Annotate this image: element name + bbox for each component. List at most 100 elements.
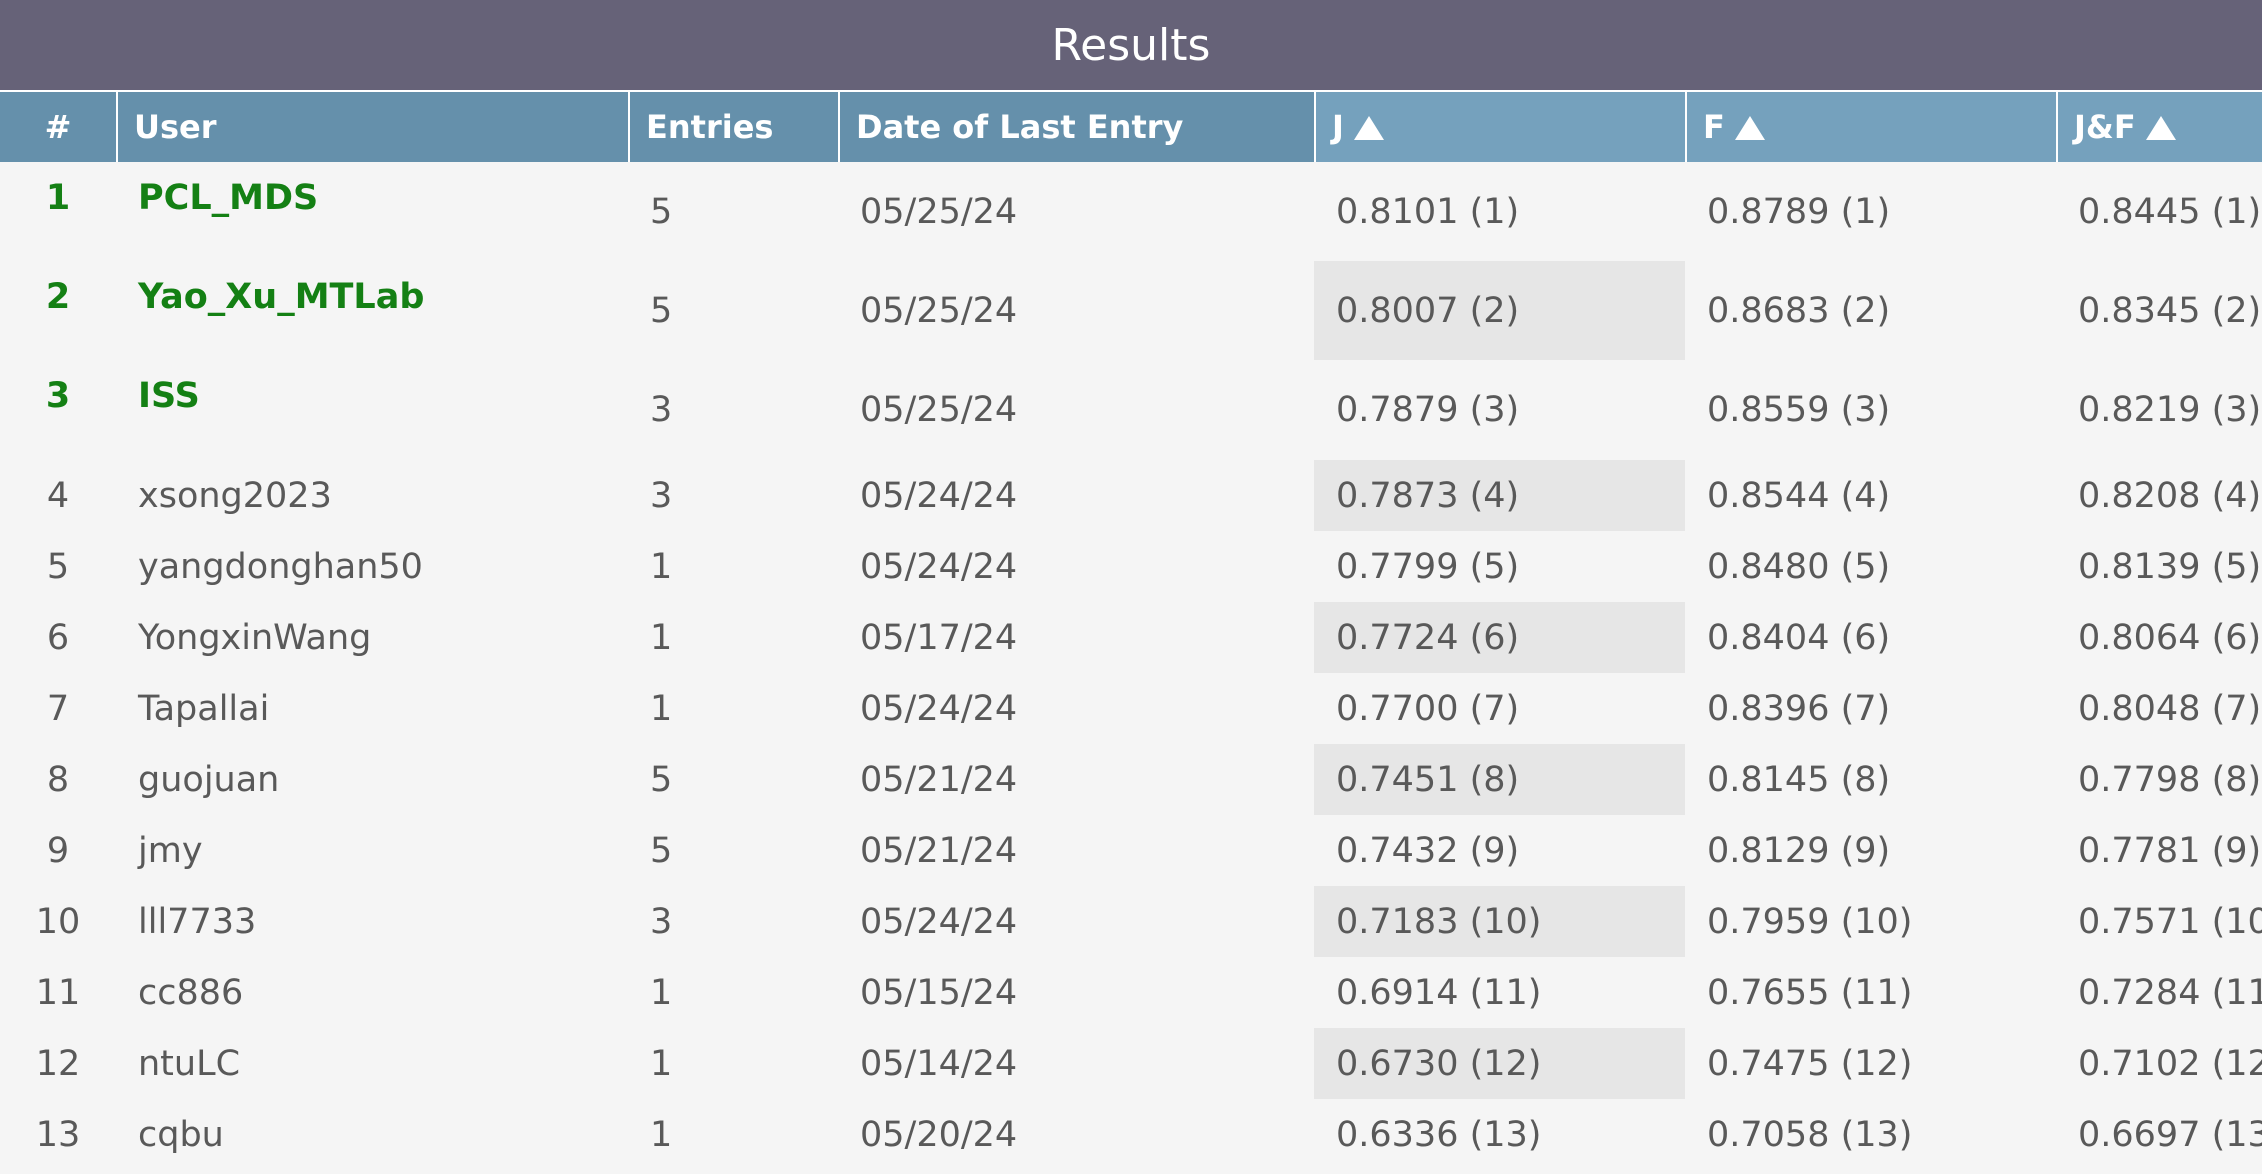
rank-cell: 9 bbox=[46, 830, 70, 871]
j-score-cell: 0.8007 (2) bbox=[1314, 261, 1685, 360]
user-link[interactable]: xsong2023 bbox=[116, 460, 628, 531]
j-score-cell: 0.7183 (10) bbox=[1314, 886, 1685, 957]
rank-cell: 13 bbox=[35, 1114, 81, 1155]
user-link[interactable]: YongxinWang bbox=[116, 602, 628, 673]
entries-cell: 5 bbox=[650, 191, 673, 232]
header-f-label: F bbox=[1703, 108, 1725, 146]
user-link[interactable]: ISS bbox=[116, 360, 628, 460]
j-score-cell: 0.6730 (12) bbox=[1314, 1028, 1685, 1099]
table-row: 4 xsong2023 3 05/24/24 0.7873 (4) 0.8544… bbox=[0, 460, 2262, 531]
entries-cell: 1 bbox=[650, 546, 673, 587]
date-cell: 05/17/24 bbox=[860, 617, 1018, 658]
user-link[interactable]: guojuan bbox=[116, 744, 628, 815]
date-cell: 05/21/24 bbox=[860, 830, 1018, 871]
f-score-cell: 0.8404 (6) bbox=[1707, 617, 1891, 658]
jf-score-cell: 0.7571 (10) bbox=[2078, 901, 2262, 942]
user-link[interactable]: yangdonghan50 bbox=[116, 531, 628, 602]
j-score-cell: 0.8101 (1) bbox=[1336, 191, 1520, 232]
f-score-cell: 0.7655 (11) bbox=[1707, 972, 1913, 1013]
f-score-cell: 0.8544 (4) bbox=[1707, 475, 1891, 516]
date-cell: 05/24/24 bbox=[860, 546, 1018, 587]
j-score-cell: 0.7724 (6) bbox=[1314, 602, 1685, 673]
rank-cell: 4 bbox=[46, 475, 70, 516]
f-score-cell: 0.8789 (1) bbox=[1707, 191, 1891, 232]
j-score-cell: 0.7432 (9) bbox=[1336, 830, 1520, 871]
header-entries: Entries bbox=[628, 92, 838, 162]
jf-score-cell: 0.8208 (4) bbox=[2078, 475, 2262, 516]
entries-cell: 3 bbox=[650, 901, 673, 942]
j-score-cell: 0.7451 (8) bbox=[1314, 744, 1685, 815]
header-date: Date of Last Entry bbox=[838, 92, 1314, 162]
table-row: 1 PCL_MDS 5 05/25/24 0.8101 (1) 0.8789 (… bbox=[0, 162, 2262, 261]
table-row: 2 Yao_Xu_MTLab 5 05/25/24 0.8007 (2) 0.8… bbox=[0, 261, 2262, 360]
f-score-cell: 0.8396 (7) bbox=[1707, 688, 1891, 729]
j-score-cell: 0.7700 (7) bbox=[1336, 688, 1520, 729]
entries-cell: 1 bbox=[650, 617, 673, 658]
rank-cell: 6 bbox=[46, 617, 70, 658]
jf-score-cell: 0.8345 (2) bbox=[2078, 290, 2262, 331]
f-score-cell: 0.8480 (5) bbox=[1707, 546, 1891, 587]
date-cell: 05/24/24 bbox=[860, 901, 1018, 942]
j-score-cell: 0.7799 (5) bbox=[1336, 546, 1520, 587]
header-jf-sort[interactable]: J&F bbox=[2056, 92, 2262, 162]
sort-ascending-icon[interactable] bbox=[1734, 116, 1765, 140]
f-score-cell: 0.7058 (13) bbox=[1707, 1114, 1913, 1155]
jf-score-cell: 0.8139 (5) bbox=[2078, 546, 2262, 587]
table-row: 5 yangdonghan50 1 05/24/24 0.7799 (5) 0.… bbox=[0, 531, 2262, 602]
user-link[interactable]: cc886 bbox=[116, 957, 628, 1028]
f-score-cell: 0.8129 (9) bbox=[1707, 830, 1891, 871]
entries-cell: 3 bbox=[650, 475, 673, 516]
rank-cell: 1 bbox=[45, 178, 71, 218]
table-row: 3 ISS 3 05/25/24 0.7879 (3) 0.8559 (3) 0… bbox=[0, 360, 2262, 460]
table-row: 11 cc886 1 05/15/24 0.6914 (11) 0.7655 (… bbox=[0, 957, 2262, 1028]
user-link[interactable]: lll7733 bbox=[116, 886, 628, 957]
date-cell: 05/20/24 bbox=[860, 1114, 1018, 1155]
header-user: User bbox=[116, 92, 628, 162]
entries-cell: 1 bbox=[650, 1043, 673, 1084]
f-score-cell: 0.8559 (3) bbox=[1707, 390, 1891, 430]
table-row: 6 YongxinWang 1 05/17/24 0.7724 (6) 0.84… bbox=[0, 602, 2262, 673]
rank-cell: 12 bbox=[35, 1043, 81, 1084]
table-row: 9 jmy 5 05/21/24 0.7432 (9) 0.8129 (9) 0… bbox=[0, 815, 2262, 886]
sort-ascending-icon[interactable] bbox=[2145, 116, 2176, 140]
table-header: # User Entries Date of Last Entry J F J&… bbox=[0, 92, 2262, 162]
rank-cell: 2 bbox=[45, 277, 71, 317]
rank-cell: 3 bbox=[45, 376, 71, 416]
jf-score-cell: 0.7798 (8) bbox=[2078, 759, 2262, 800]
user-link[interactable]: jmy bbox=[116, 815, 628, 886]
date-cell: 05/25/24 bbox=[860, 390, 1018, 430]
results-title: Results bbox=[0, 0, 2262, 92]
date-cell: 05/14/24 bbox=[860, 1043, 1018, 1084]
header-j-sort[interactable]: J bbox=[1314, 92, 1685, 162]
rank-cell: 11 bbox=[35, 972, 81, 1013]
entries-cell: 3 bbox=[650, 390, 673, 430]
date-cell: 05/25/24 bbox=[860, 191, 1018, 232]
sort-ascending-icon[interactable] bbox=[1353, 116, 1384, 140]
jf-score-cell: 0.7284 (11) bbox=[2078, 972, 2262, 1013]
entries-cell: 1 bbox=[650, 972, 673, 1013]
user-link[interactable]: Yao_Xu_MTLab bbox=[116, 261, 628, 360]
user-link[interactable]: ntuLC bbox=[116, 1028, 628, 1099]
rank-cell: 5 bbox=[46, 546, 70, 587]
jf-score-cell: 0.8219 (3) bbox=[2078, 390, 2262, 430]
user-link[interactable]: cqbu bbox=[116, 1099, 628, 1170]
jf-score-cell: 0.7781 (9) bbox=[2078, 830, 2262, 871]
j-score-cell: 0.7873 (4) bbox=[1314, 460, 1685, 531]
header-rank: # bbox=[44, 108, 72, 146]
user-link[interactable]: PCL_MDS bbox=[116, 162, 628, 261]
j-score-cell: 0.6336 (13) bbox=[1336, 1114, 1542, 1155]
date-cell: 05/24/24 bbox=[860, 475, 1018, 516]
j-score-cell: 0.6914 (11) bbox=[1336, 972, 1542, 1013]
date-cell: 05/25/24 bbox=[860, 290, 1018, 331]
entries-cell: 5 bbox=[650, 759, 673, 800]
header-f-sort[interactable]: F bbox=[1685, 92, 2056, 162]
table-row: 13 cqbu 1 05/20/24 0.6336 (13) 0.7058 (1… bbox=[0, 1099, 2262, 1170]
user-link[interactable]: Tapallai bbox=[116, 673, 628, 744]
table-row: 10 lll7733 3 05/24/24 0.7183 (10) 0.7959… bbox=[0, 886, 2262, 957]
date-cell: 05/24/24 bbox=[860, 688, 1018, 729]
table-row: 8 guojuan 5 05/21/24 0.7451 (8) 0.8145 (… bbox=[0, 744, 2262, 815]
jf-score-cell: 0.8064 (6) bbox=[2078, 617, 2262, 658]
header-j-label: J bbox=[1332, 108, 1344, 146]
entries-cell: 5 bbox=[650, 830, 673, 871]
table-row: 12 ntuLC 1 05/14/24 0.6730 (12) 0.7475 (… bbox=[0, 1028, 2262, 1099]
